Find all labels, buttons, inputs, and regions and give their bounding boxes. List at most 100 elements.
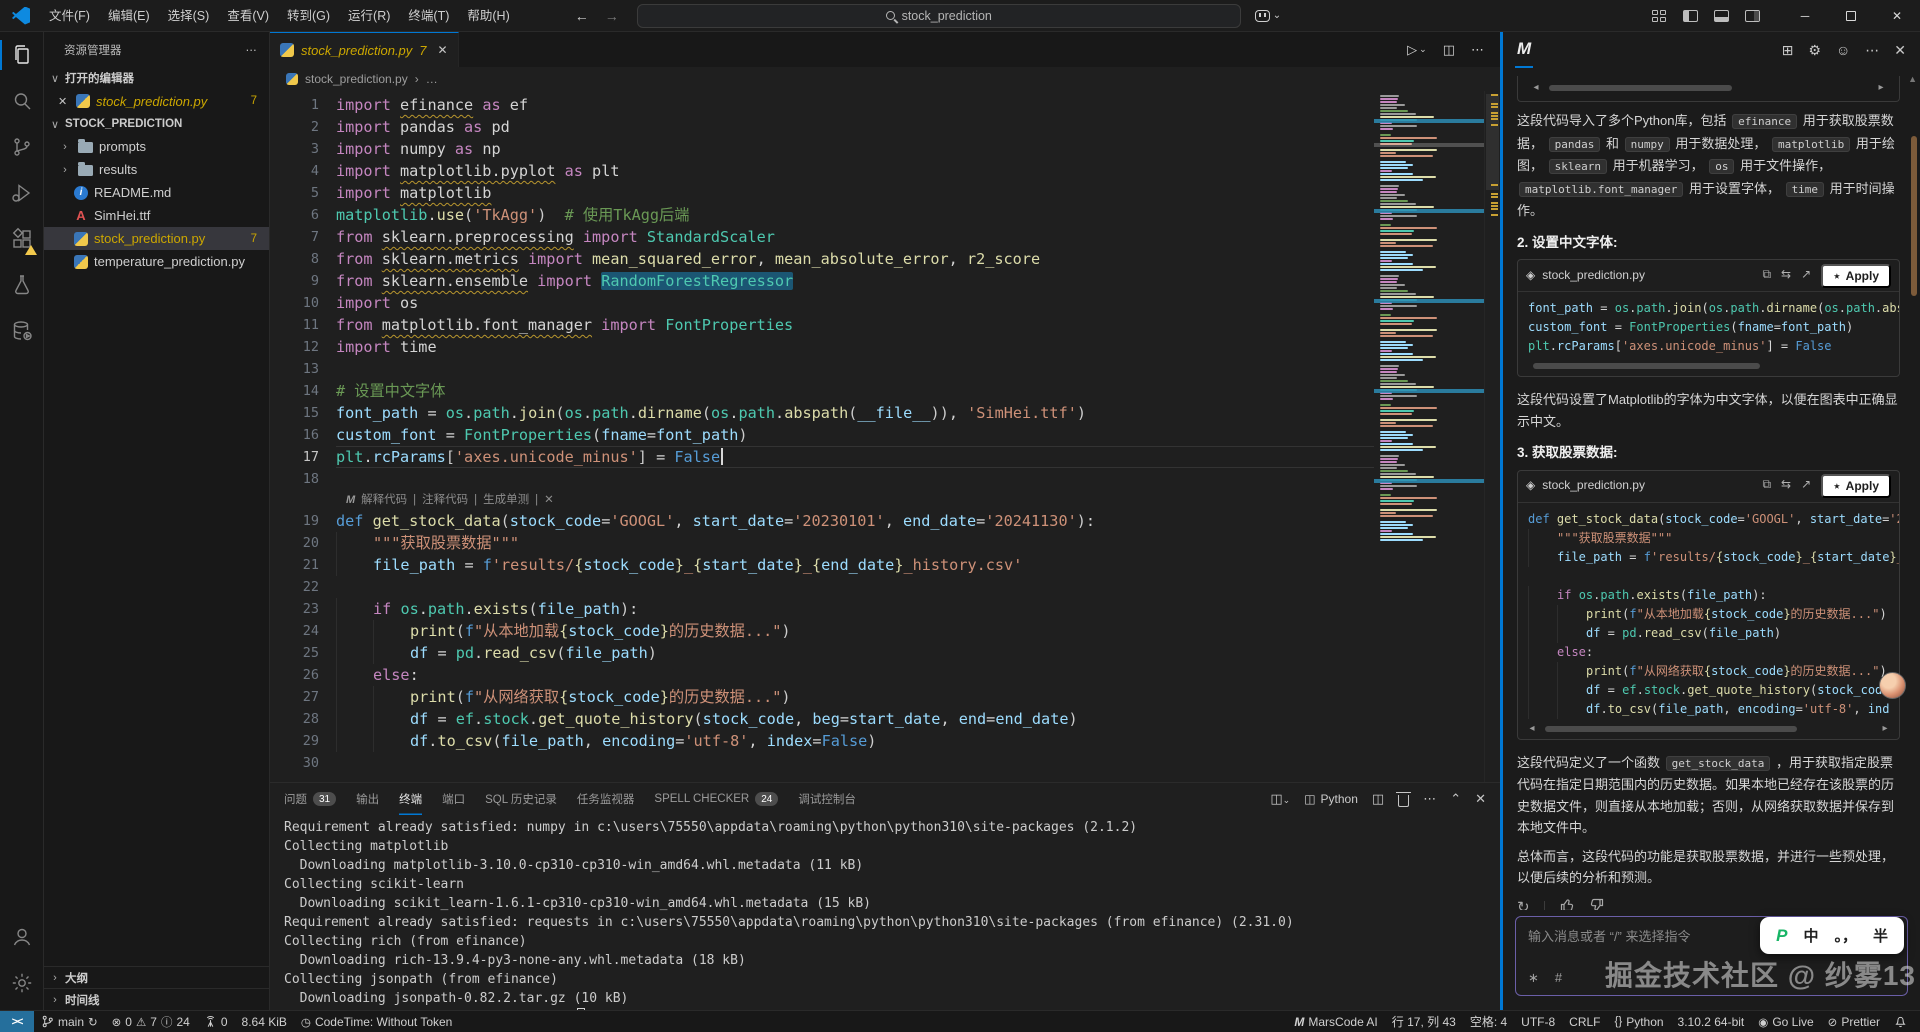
menu-item-4[interactable]: 转到(G): [278, 5, 339, 27]
prettier-item[interactable]: ⊘Prettier: [1821, 1011, 1887, 1032]
settings-gear-icon[interactable]: ⚙: [1808, 42, 1821, 59]
toggle-sidebar-icon[interactable]: [1683, 10, 1698, 22]
thumbs-down-icon[interactable]: [1589, 897, 1605, 911]
notifications-item[interactable]: [1887, 1011, 1914, 1032]
maximize-button[interactable]: [1828, 0, 1874, 32]
insert-icon[interactable]: ⇆: [1781, 264, 1791, 288]
close-panel-icon[interactable]: ✕: [1475, 791, 1486, 807]
activitybar-testing[interactable]: [0, 262, 44, 308]
insert-icon[interactable]: ⇆: [1781, 474, 1791, 498]
scroll-left-icon[interactable]: ◂: [1530, 77, 1542, 99]
filesize-item[interactable]: 8.64 KiB: [235, 1011, 294, 1032]
toggle-panel-icon[interactable]: [1714, 10, 1729, 22]
marscode-logo[interactable]: M: [1517, 39, 1531, 61]
panel-tab-6[interactable]: SPELL CHECKER24: [654, 783, 778, 815]
tab-stock-prediction[interactable]: stock_prediction.py 7 ✕: [270, 32, 459, 67]
close-icon[interactable]: ✕: [58, 95, 70, 108]
menu-item-3[interactable]: 查看(V): [218, 5, 278, 27]
minimize-button[interactable]: ─: [1782, 0, 1828, 32]
tree-item-temperature_prediction.py[interactable]: temperature_prediction.py: [44, 250, 269, 273]
timeline-section[interactable]: › 时间线: [44, 988, 269, 1010]
open-file-icon[interactable]: ↗: [1801, 264, 1811, 288]
project-root[interactable]: ∨ STOCK_PREDICTION: [44, 113, 269, 135]
open-editors-section[interactable]: ∨ 打开的编辑器: [44, 67, 269, 89]
tree-item-README.md[interactable]: iREADME.md: [44, 181, 269, 204]
scroll-up-icon[interactable]: ▲: [1908, 74, 1917, 84]
panel-tab-5[interactable]: 任务监视器: [577, 783, 635, 815]
close-tab-icon[interactable]: ✕: [438, 43, 448, 57]
copy-icon[interactable]: ⧉: [1762, 264, 1771, 288]
code-editor[interactable]: 1import efinance as ef2import pandas as …: [270, 91, 1500, 782]
activitybar-account[interactable]: [0, 914, 44, 960]
tree-item-SimHei.ttf[interactable]: ASimHei.ttf: [44, 204, 269, 227]
open-editor-item[interactable]: ✕ stock_prediction.py 7: [44, 89, 269, 113]
breadcrumb[interactable]: stock_prediction.py › …: [270, 67, 1500, 91]
scroll-thumb[interactable]: [1533, 363, 1759, 369]
activitybar-extensions[interactable]: [0, 216, 44, 262]
apply-button[interactable]: ⋆Apply: [1821, 264, 1891, 288]
close-ai-panel-icon[interactable]: ✕: [1894, 42, 1906, 59]
scroll-left-icon[interactable]: ◂: [1526, 718, 1538, 740]
horizontal-scrollbar[interactable]: ◂▸: [1526, 723, 1891, 735]
history-forward-icon[interactable]: →: [605, 8, 619, 24]
maximize-panel-icon[interactable]: ⌃: [1450, 791, 1461, 807]
ai-more-icon[interactable]: ⋯: [1865, 42, 1879, 59]
toggle-secondary-sidebar-icon[interactable]: [1745, 10, 1760, 22]
activitybar-settings[interactable]: [0, 960, 44, 1006]
horizontal-scrollbar[interactable]: [1526, 360, 1891, 372]
menu-item-0[interactable]: 文件(F): [40, 5, 99, 27]
scroll-thumb[interactable]: [1549, 85, 1732, 91]
interpreter-item[interactable]: 3.10.2 64-bit: [1671, 1011, 1752, 1032]
prompt-icon[interactable]: ∗: [1528, 970, 1539, 986]
menu-item-6[interactable]: 终端(T): [399, 5, 458, 27]
outline-section[interactable]: › 大纲: [44, 966, 269, 988]
remote-indicator[interactable]: ><: [0, 1011, 34, 1032]
ai-scrollbar[interactable]: [1911, 136, 1917, 296]
encoding-item[interactable]: UTF-8: [1514, 1011, 1562, 1032]
tree-item-stock_prediction.py[interactable]: stock_prediction.py7: [44, 227, 269, 250]
codelens-2[interactable]: 生成单测: [483, 489, 529, 511]
regenerate-icon[interactable]: ↻: [1517, 897, 1530, 910]
tree-item-prompts[interactable]: ›prompts: [44, 135, 269, 158]
more-actions-icon[interactable]: ⋯: [246, 43, 258, 57]
activitybar-source-control[interactable]: [0, 124, 44, 170]
activitybar-database[interactable]: [0, 308, 44, 354]
panel-tab-3[interactable]: 端口: [442, 783, 465, 815]
thumbs-up-icon[interactable]: [1559, 897, 1575, 911]
copy-icon[interactable]: ⧉: [1762, 474, 1771, 498]
menu-item-1[interactable]: 编辑(E): [99, 5, 159, 27]
scroll-thumb[interactable]: [1545, 726, 1797, 732]
customize-layout-icon[interactable]: [1652, 10, 1667, 22]
new-chat-icon[interactable]: ⊞: [1782, 42, 1794, 59]
apply-button[interactable]: ⋆Apply: [1821, 474, 1891, 498]
ai-chat-content[interactable]: ◂▸这段代码导入了多个Python库，包括 efinance 用于获取股票数据，…: [1503, 68, 1920, 910]
editor-more-actions-icon[interactable]: ⋯: [1471, 42, 1484, 58]
panel-tab-0[interactable]: 问题31: [284, 783, 336, 815]
menu-item-5[interactable]: 运行(R): [339, 5, 399, 27]
feedback-icon[interactable]: ☺: [1836, 42, 1850, 59]
panel-tab-2[interactable]: 终端: [399, 783, 422, 815]
codelens-close-icon[interactable]: ✕: [544, 489, 554, 511]
git-branch-item[interactable]: main ↻: [34, 1011, 105, 1032]
problems-item[interactable]: ⊗0 ⚠7 ⓘ24: [105, 1011, 197, 1032]
codelens-0[interactable]: 解释代码: [361, 489, 407, 511]
terminal-instance[interactable]: ◫Python: [1304, 792, 1358, 806]
eol-item[interactable]: CRLF: [1562, 1011, 1607, 1032]
minimap[interactable]: [1374, 91, 1484, 782]
close-window-button[interactable]: ✕: [1874, 0, 1920, 32]
history-back-icon[interactable]: ←: [575, 8, 589, 24]
language-item[interactable]: {}Python: [1608, 1011, 1671, 1032]
scroll-right-icon[interactable]: ▸: [1879, 718, 1891, 740]
split-terminal-icon[interactable]: ◫: [1372, 791, 1384, 807]
kill-terminal-icon[interactable]: [1398, 795, 1409, 807]
activitybar-search[interactable]: [0, 78, 44, 124]
marscode-status-item[interactable]: MMarsCode AI: [1287, 1011, 1384, 1032]
run-python-button[interactable]: ▷⌄: [1407, 42, 1427, 58]
scroll-right-icon[interactable]: ▸: [1875, 77, 1887, 99]
panel-tab-7[interactable]: 调试控制台: [798, 783, 856, 815]
golive-item[interactable]: ◉Go Live: [1751, 1011, 1820, 1032]
command-center-search[interactable]: stock_prediction: [637, 4, 1241, 28]
horizontal-scrollbar[interactable]: ◂▸: [1530, 82, 1887, 94]
copilot-button[interactable]: ⌄: [1255, 10, 1281, 22]
launch-profile-icon[interactable]: ◫⌄: [1270, 791, 1290, 807]
